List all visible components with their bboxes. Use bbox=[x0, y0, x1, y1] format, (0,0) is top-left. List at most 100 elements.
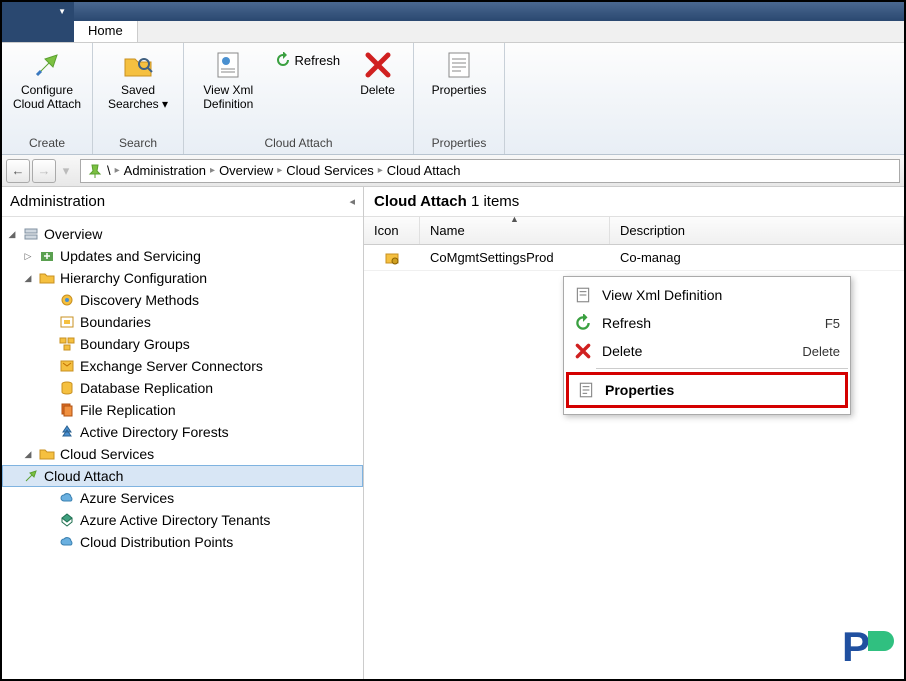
node-label: Cloud Distribution Points bbox=[80, 534, 233, 550]
cloud-icon bbox=[59, 534, 75, 550]
crumb[interactable]: Cloud Services bbox=[286, 163, 373, 178]
button-label: View Xml Definition bbox=[203, 84, 253, 112]
ribbon-group-properties: Properties Properties bbox=[414, 43, 505, 154]
app-menu[interactable]: ▼ bbox=[2, 2, 74, 21]
ctx-delete[interactable]: Delete Delete bbox=[566, 337, 848, 365]
forward-button[interactable]: → bbox=[32, 159, 56, 183]
tree-node-boundary-groups[interactable]: Boundary Groups bbox=[2, 333, 363, 355]
crumb-root: \ bbox=[107, 163, 111, 178]
folder-search-icon bbox=[122, 49, 154, 81]
dropdown-arrow-icon: ▼ bbox=[58, 7, 66, 16]
refresh-button[interactable]: Refresh bbox=[271, 49, 345, 71]
breadcrumb[interactable]: \ ▸ Administration ▸ Overview ▸ Cloud Se… bbox=[80, 159, 900, 183]
refresh-icon bbox=[275, 52, 291, 68]
back-button[interactable]: ← bbox=[6, 159, 30, 183]
tree-panel: Administration ◂ ◢ Overview ▷ Updates an… bbox=[2, 187, 364, 679]
tree-node-cloud-dist-points[interactable]: Cloud Distribution Points bbox=[2, 531, 363, 553]
configure-cloud-attach-button[interactable]: Configure Cloud Attach bbox=[10, 45, 84, 116]
properties-icon bbox=[443, 49, 475, 81]
tree-node-exchange[interactable]: Exchange Server Connectors bbox=[2, 355, 363, 377]
boundaries-icon bbox=[59, 314, 75, 330]
ribbon-group-search: Saved Searches ▾ Search bbox=[93, 43, 184, 154]
ctx-view-xml[interactable]: View Xml Definition bbox=[566, 281, 848, 309]
cell-name: CoMgmtSettingsProd bbox=[420, 245, 610, 270]
updates-icon bbox=[39, 248, 55, 264]
ctx-refresh[interactable]: Refresh F5 bbox=[566, 309, 848, 337]
collapse-tree-button[interactable]: ◂ bbox=[349, 195, 355, 208]
button-label: Saved Searches ▾ bbox=[108, 84, 168, 112]
tree-node-cloud-attach[interactable]: Cloud Attach bbox=[2, 465, 363, 487]
column-description[interactable]: Description bbox=[610, 217, 904, 244]
list-title-prefix: Cloud Attach bbox=[374, 193, 467, 210]
expander-open-icon[interactable]: ◢ bbox=[22, 449, 34, 460]
discovery-icon bbox=[59, 292, 75, 308]
title-bar: ▼ bbox=[2, 2, 904, 21]
menu-label: Delete bbox=[602, 343, 792, 359]
tree-title: Administration ◂ bbox=[2, 187, 363, 217]
context-menu: View Xml Definition Refresh F5 Delete De… bbox=[563, 276, 851, 415]
tree-node-cloud-services[interactable]: ◢ Cloud Services bbox=[2, 443, 363, 465]
tree-title-label: Administration bbox=[10, 193, 105, 210]
refresh-icon bbox=[574, 314, 592, 332]
tree-node-file-replication[interactable]: File Replication bbox=[2, 399, 363, 421]
tab-home[interactable]: Home bbox=[74, 21, 138, 42]
menu-shortcut: Delete bbox=[802, 344, 840, 359]
tab-spacer bbox=[2, 21, 74, 42]
crumb[interactable]: Cloud Attach bbox=[387, 163, 461, 178]
menu-label: Refresh bbox=[602, 315, 815, 331]
exchange-icon bbox=[59, 358, 75, 374]
delete-icon bbox=[574, 342, 592, 360]
node-label: Cloud Attach bbox=[44, 468, 123, 484]
node-label: Overview bbox=[44, 226, 102, 242]
history-dropdown[interactable]: ▾ bbox=[58, 159, 74, 183]
view-xml-definition-button[interactable]: View Xml Definition bbox=[192, 45, 265, 116]
column-label: Name bbox=[430, 223, 465, 238]
tree-node-aad-tenants[interactable]: Azure Active Directory Tenants bbox=[2, 509, 363, 531]
table-row[interactable]: CoMgmtSettingsProd Co-manag bbox=[364, 245, 904, 271]
tree-node-ad-forests[interactable]: Active Directory Forests bbox=[2, 421, 363, 443]
node-label: File Replication bbox=[80, 402, 176, 418]
ribbon-group-create: Configure Cloud Attach Create bbox=[2, 43, 93, 154]
button-label: Configure Cloud Attach bbox=[13, 84, 81, 112]
node-label: Boundary Groups bbox=[80, 336, 190, 352]
tree-node-updates[interactable]: ▷ Updates and Servicing bbox=[2, 245, 363, 267]
xml-doc-icon bbox=[212, 49, 244, 81]
list-title: Cloud Attach 1 items bbox=[364, 187, 904, 217]
tree-node-discovery[interactable]: Discovery Methods bbox=[2, 289, 363, 311]
content-area: Administration ◂ ◢ Overview ▷ Updates an… bbox=[2, 187, 904, 679]
properties-button[interactable]: Properties bbox=[422, 45, 496, 102]
node-label: Active Directory Forests bbox=[80, 424, 229, 440]
node-label: Hierarchy Configuration bbox=[60, 270, 207, 286]
list-title-count: 1 items bbox=[471, 193, 519, 210]
grid-header: Icon ▲ Name Description bbox=[364, 217, 904, 245]
expander-open-icon[interactable]: ◢ bbox=[6, 229, 18, 240]
tree-node-db-replication[interactable]: Database Replication bbox=[2, 377, 363, 399]
watermark-logo: P bbox=[838, 617, 894, 673]
crumb[interactable]: Administration bbox=[124, 163, 206, 178]
menu-divider bbox=[596, 368, 848, 369]
delete-button[interactable]: Delete bbox=[350, 45, 405, 102]
sort-ascending-icon: ▲ bbox=[510, 214, 519, 224]
boundary-groups-icon bbox=[59, 336, 75, 352]
tree-node-overview[interactable]: ◢ Overview bbox=[2, 223, 363, 245]
expander-open-icon[interactable]: ◢ bbox=[22, 273, 34, 284]
file-replication-icon bbox=[59, 402, 75, 418]
tree-node-boundaries[interactable]: Boundaries bbox=[2, 311, 363, 333]
tree-node-azure-services[interactable]: Azure Services bbox=[2, 487, 363, 509]
node-label: Database Replication bbox=[80, 380, 213, 396]
ctx-properties[interactable]: Properties bbox=[566, 372, 848, 408]
tree-node-hierarchy[interactable]: ◢ Hierarchy Configuration bbox=[2, 267, 363, 289]
saved-searches-button[interactable]: Saved Searches ▾ bbox=[101, 45, 175, 116]
node-label: Azure Active Directory Tenants bbox=[80, 512, 270, 528]
column-name[interactable]: ▲ Name bbox=[420, 217, 610, 244]
column-icon[interactable]: Icon bbox=[364, 217, 420, 244]
forest-icon bbox=[59, 424, 75, 440]
group-label: Cloud Attach bbox=[192, 134, 405, 152]
group-label: Create bbox=[10, 134, 84, 152]
menu-label: Properties bbox=[605, 382, 837, 398]
expander-closed-icon[interactable]: ▷ bbox=[22, 251, 34, 262]
node-label: Updates and Servicing bbox=[60, 248, 201, 264]
crumb[interactable]: Overview bbox=[219, 163, 273, 178]
row-icon bbox=[364, 245, 420, 270]
button-label: Properties bbox=[432, 84, 487, 98]
